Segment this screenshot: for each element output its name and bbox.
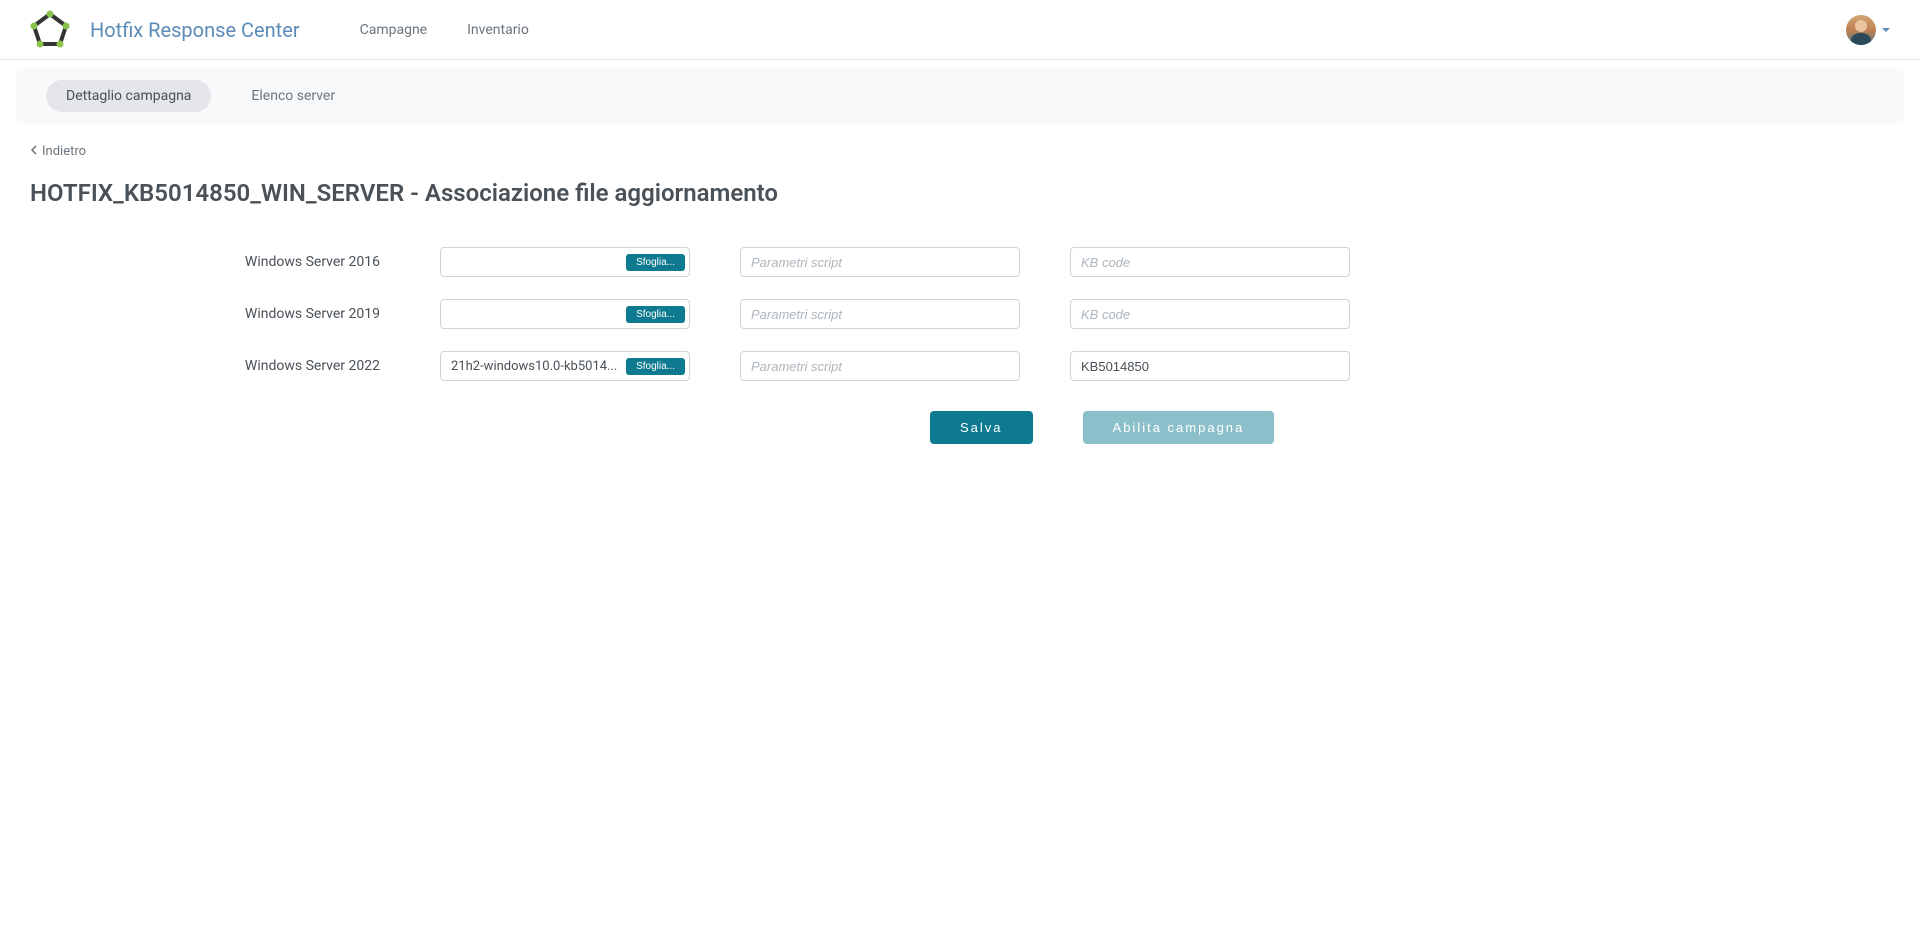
parametri-input-ws2022[interactable] — [740, 351, 1020, 381]
nav-inventario[interactable]: Inventario — [467, 22, 529, 38]
avatar — [1846, 15, 1876, 45]
parametri-input-ws2019[interactable] — [740, 299, 1020, 329]
table-row: Windows Server 2019 Sfoglia... — [30, 299, 1310, 329]
row-label-ws2022: Windows Server 2022 — [30, 358, 390, 374]
page-title: HOTFIX_KB5014850_WIN_SERVER - Associazio… — [30, 179, 1890, 207]
row-label-ws2019: Windows Server 2019 — [30, 306, 390, 322]
actions: Salva Abilita campagna — [730, 411, 1890, 444]
file-input-ws2022[interactable]: 21h2-windows10.0-kb5014... Sfoglia... — [440, 351, 690, 381]
user-menu[interactable] — [1846, 15, 1890, 45]
save-button[interactable]: Salva — [930, 411, 1033, 444]
file-input-ws2019[interactable]: Sfoglia... — [440, 299, 690, 329]
brand-title[interactable]: Hotfix Response Center — [90, 18, 300, 42]
table-row: Windows Server 2016 Sfoglia... — [30, 247, 1310, 277]
app-logo-icon — [30, 10, 70, 50]
nav-campagne[interactable]: Campagne — [360, 22, 428, 38]
browse-button[interactable]: Sfoglia... — [626, 306, 685, 323]
browse-button[interactable]: Sfoglia... — [626, 254, 685, 271]
tab-elenco-server[interactable]: Elenco server — [231, 80, 355, 112]
kb-input-ws2022[interactable] — [1070, 351, 1350, 381]
chevron-down-icon — [1882, 28, 1890, 32]
table-row: Windows Server 2022 21h2-windows10.0-kb5… — [30, 351, 1310, 381]
nav-links: Campagne Inventario — [360, 22, 529, 38]
file-name: 21h2-windows10.0-kb5014... — [443, 359, 626, 374]
tabs-bar: Dettaglio campagna Elenco server — [16, 68, 1904, 124]
tab-dettaglio-campagna[interactable]: Dettaglio campagna — [46, 80, 211, 112]
navbar: Hotfix Response Center Campagne Inventar… — [0, 0, 1920, 60]
kb-input-ws2019[interactable] — [1070, 299, 1350, 329]
parametri-input-ws2016[interactable] — [740, 247, 1020, 277]
back-label: Indietro — [42, 144, 86, 159]
browse-button[interactable]: Sfoglia... — [626, 358, 685, 375]
back-link[interactable]: Indietro — [30, 144, 1890, 159]
content: Indietro HOTFIX_KB5014850_WIN_SERVER - A… — [0, 124, 1920, 464]
file-input-ws2016[interactable]: Sfoglia... — [440, 247, 690, 277]
enable-campaign-button[interactable]: Abilita campagna — [1083, 411, 1275, 444]
form-rows: Windows Server 2016 Sfoglia... Windows S… — [30, 247, 1310, 381]
row-label-ws2016: Windows Server 2016 — [30, 254, 390, 270]
kb-input-ws2016[interactable] — [1070, 247, 1350, 277]
chevron-left-icon — [30, 144, 38, 159]
